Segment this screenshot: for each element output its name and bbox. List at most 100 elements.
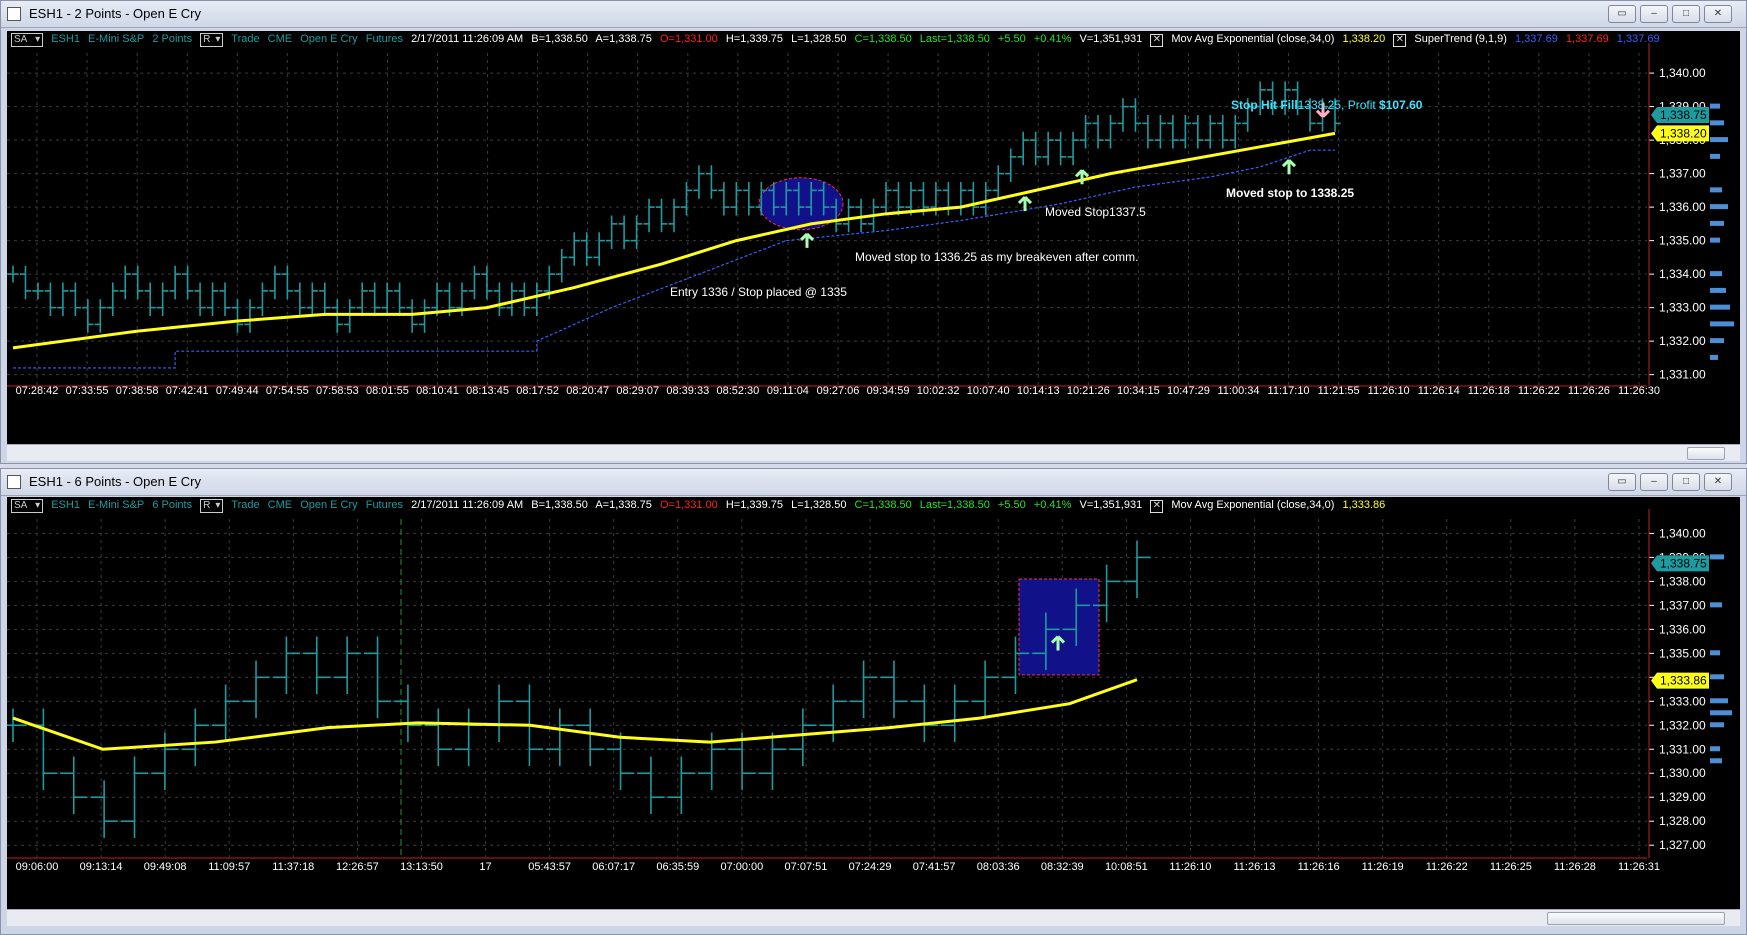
ohlc-bar xyxy=(151,732,179,791)
top-chart-svg: 1,340.001,339.001,338.001,337.001,336.00… xyxy=(7,43,1734,397)
remove-indicator-icon[interactable]: ✕ xyxy=(1150,34,1164,47)
volume-profile-bar xyxy=(1710,304,1730,310)
ohlc-bar xyxy=(1079,114,1092,149)
y-tick-label: 1,340.00 xyxy=(1659,66,1706,80)
header-symbol: ESH1 xyxy=(51,499,80,511)
x-tick-label: 10:21:26 xyxy=(1067,385,1110,397)
ohlc-bar xyxy=(618,215,630,250)
symbol-actions-dropdown[interactable]: SA ▾ xyxy=(11,499,44,513)
x-tick-label: 07:58:53 xyxy=(316,385,359,397)
header-interval: 6 Points xyxy=(152,499,193,511)
volume-profile-bar xyxy=(1710,237,1720,243)
x-tick-label: 09:13:14 xyxy=(80,861,123,873)
x-tick-label: 05:43:57 xyxy=(528,861,571,873)
bottom-horizontal-scrollbar[interactable] xyxy=(7,909,1740,926)
volume-profile-bar xyxy=(1710,137,1728,143)
y-tick-label: 1,338.00 xyxy=(1659,574,1706,588)
x-tick-label: 06:07:17 xyxy=(592,861,635,873)
ohlc-bar xyxy=(1229,114,1241,149)
maximize-button[interactable]: □ xyxy=(1672,5,1700,23)
bottom-title-bar[interactable]: ESH1 - 6 Points - Open E Cry ▭ – □ ✕ xyxy=(1,469,1746,496)
y-tick-label: 1,332.00 xyxy=(1659,334,1706,348)
top-horizontal-scrollbar[interactable] xyxy=(7,444,1740,461)
x-tick-label: 08:20:47 xyxy=(566,385,609,397)
range-dropdown[interactable]: R ▾ xyxy=(200,33,224,47)
header-bid: B=1,338.50 xyxy=(531,33,588,45)
ohlc-bar xyxy=(319,282,331,317)
moved-stop-annotation-2: Moved stop to 1338.25 xyxy=(1226,186,1354,200)
header-low: L=1,328.50 xyxy=(791,499,847,511)
maximize-button[interactable]: □ xyxy=(1672,473,1700,491)
scrollbar-thumb[interactable] xyxy=(1547,912,1725,925)
ohlc-bar xyxy=(132,265,144,300)
x-tick-label: 07:42:41 xyxy=(166,385,209,397)
restore-icon[interactable]: ▭ xyxy=(1608,473,1636,491)
x-tick-label: 11:17:10 xyxy=(1268,385,1310,397)
ohlc-bar xyxy=(637,756,665,815)
ohlc-bar xyxy=(57,282,69,317)
app-icon xyxy=(7,475,21,489)
y-tick-label: 1,340.00 xyxy=(1659,526,1706,540)
header-datetime: 2/17/2011 11:26:09 AM xyxy=(411,499,524,511)
ohlc-bar xyxy=(82,299,94,333)
x-tick-label: 11:09:57 xyxy=(208,861,250,873)
x-tick-label: 09:34:59 xyxy=(867,385,910,397)
supertrend-value-3: 1,337.69 xyxy=(1616,33,1660,45)
x-tick-label: 08:03:36 xyxy=(977,861,1020,873)
ohlc-bar xyxy=(44,282,57,317)
scrollbar-thumb[interactable] xyxy=(1687,447,1725,460)
ohlc-bar xyxy=(910,684,939,743)
ohlc-bar xyxy=(849,660,878,719)
x-tick-label: 11:26:10 xyxy=(1368,385,1410,397)
ohlc-bar xyxy=(568,232,580,266)
header-trade: Trade xyxy=(231,33,260,45)
restore-icon[interactable]: ▭ xyxy=(1608,5,1636,23)
header-volume: V=1,351,931 xyxy=(1079,33,1143,45)
minimize-button[interactable]: – xyxy=(1640,5,1668,23)
header-close: C=1,338.50 xyxy=(854,499,912,511)
minimize-button[interactable]: – xyxy=(1640,473,1668,491)
ohlc-bar xyxy=(892,181,905,216)
ohlc-bar xyxy=(90,780,118,839)
ohlc-bar xyxy=(1005,148,1017,182)
ohlc-bar xyxy=(7,265,19,283)
ohlc-bar xyxy=(667,756,695,815)
ohlc-bar xyxy=(394,684,422,743)
y-tick-label: 1,336.00 xyxy=(1659,200,1706,214)
close-button[interactable]: ✕ xyxy=(1704,5,1732,23)
sa-label: SA xyxy=(14,34,28,45)
header-high: H=1,339.75 xyxy=(725,33,784,45)
ohlc-bar xyxy=(7,708,27,743)
top-title-bar[interactable]: ESH1 - 2 Points - Open E Cry ▭ – □ ✕ xyxy=(1,1,1746,28)
x-tick-label: 07:33:55 xyxy=(66,385,109,397)
x-tick-label: 11:26:16 xyxy=(1298,861,1340,873)
volume-profile-bar xyxy=(1710,220,1724,226)
top-chart-header: SA ▾ ESH1 E-Mini S&P 2 Points R ▾ Trade C… xyxy=(11,33,1665,49)
volume-profile-bar xyxy=(1710,554,1724,560)
bottom-chart-area[interactable]: 1,340.001,339.001,338.001,337.001,336.00… xyxy=(7,497,1740,909)
remove-indicator-icon[interactable]: ✕ xyxy=(1150,500,1164,513)
ohlc-bar xyxy=(144,282,156,317)
ohlc-bar xyxy=(281,265,293,300)
ohlc-bar xyxy=(169,265,181,300)
x-tick-label: 11:26:22 xyxy=(1426,861,1468,873)
y-tick-label: 1,335.00 xyxy=(1659,234,1706,248)
x-tick-label: 07:07:51 xyxy=(785,861,828,873)
x-tick-label: 07:49:44 xyxy=(216,385,259,397)
x-tick-label: 08:17:52 xyxy=(516,385,559,397)
ohlc-bar xyxy=(581,232,593,266)
ohlc-bar xyxy=(181,265,194,300)
volume-profile-bar xyxy=(1710,758,1722,764)
symbol-actions-dropdown[interactable]: SA ▾ xyxy=(11,33,44,47)
header-open: O=1,331.00 xyxy=(659,33,718,45)
ma-indicator-value: 1,333.86 xyxy=(1342,499,1386,511)
ohlc-bar xyxy=(630,215,643,250)
header-change: +5.50 xyxy=(997,33,1026,45)
top-chart-area[interactable]: 1,340.001,339.001,338.001,337.001,336.00… xyxy=(7,31,1740,444)
remove-indicator-icon[interactable]: ✕ xyxy=(1393,34,1407,47)
ohlc-bar xyxy=(244,299,256,333)
range-dropdown[interactable]: R ▾ xyxy=(200,499,224,513)
ohlc-bar xyxy=(880,181,892,216)
ohlc-bar xyxy=(219,282,231,317)
close-button[interactable]: ✕ xyxy=(1704,473,1732,491)
